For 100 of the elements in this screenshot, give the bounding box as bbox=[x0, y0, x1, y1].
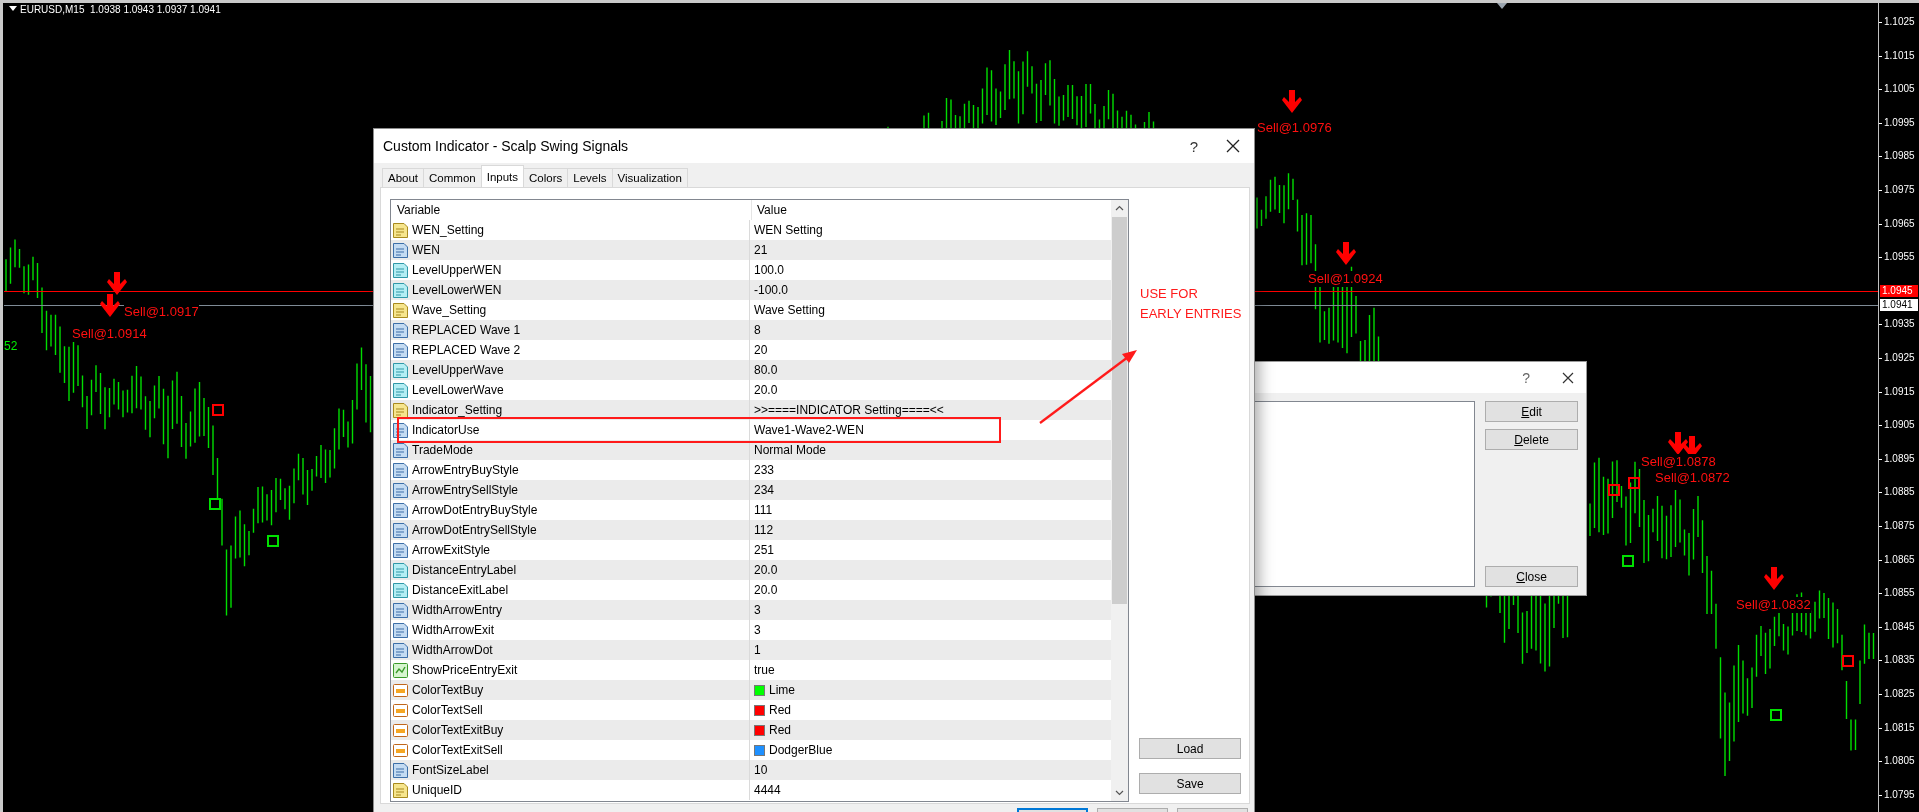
value-text: Lime bbox=[769, 683, 795, 697]
table-row[interactable]: WidthArrowDot 1 bbox=[391, 640, 1112, 660]
column-header[interactable]: Value bbox=[752, 200, 787, 220]
table-row[interactable]: ColorTextBuy Lime bbox=[391, 680, 1112, 700]
close-icon[interactable] bbox=[1226, 139, 1240, 153]
value-text: Red bbox=[769, 703, 791, 717]
integer-type-icon bbox=[393, 622, 408, 638]
table-row[interactable]: ArrowEntrySellStyle 234 bbox=[391, 480, 1112, 500]
value-text: 20.0 bbox=[754, 563, 778, 577]
price-label: 1.0875 bbox=[1879, 519, 1915, 533]
value-text: -100.0 bbox=[754, 283, 789, 297]
variable-name: WEN_Setting bbox=[412, 223, 485, 237]
variable-name: FontSizeLabel bbox=[412, 763, 489, 777]
value-text: >>====INDICATOR Setting====<< bbox=[754, 403, 944, 417]
value-text: 3 bbox=[754, 623, 761, 637]
signal-label: Sell@1.0878 bbox=[1641, 454, 1716, 470]
table-row[interactable]: LevelLowerWEN -100.0 bbox=[391, 280, 1112, 300]
decimal-type-icon bbox=[393, 382, 408, 398]
tab[interactable]: About bbox=[382, 168, 425, 187]
value-text: 233 bbox=[754, 463, 775, 477]
variable-name: DistanceEntryLabel bbox=[412, 563, 517, 577]
table-row[interactable]: FontSizeLabel 10 bbox=[391, 760, 1112, 780]
help-button[interactable]: ? bbox=[1187, 137, 1200, 155]
price-label: 1.0885 bbox=[1879, 485, 1915, 500]
price-label: 1.1025 bbox=[1879, 15, 1915, 29]
scrollbar[interactable] bbox=[1111, 200, 1129, 801]
variable-name: WEN bbox=[412, 243, 440, 257]
variable-name: ColorTextSell bbox=[412, 703, 483, 717]
down-arrow-icon bbox=[100, 294, 120, 317]
signal-label: Sell@1.0872 bbox=[1655, 470, 1730, 486]
variable-name: ColorTextBuy bbox=[412, 683, 484, 697]
table-row[interactable]: WidthArrowEntry 3 bbox=[391, 600, 1112, 620]
dialog-button[interactable]: Save bbox=[1139, 773, 1241, 794]
value-text: 111 bbox=[754, 503, 773, 517]
annotation-text: EARLY ENTRIES bbox=[1140, 306, 1242, 322]
value-text: Wave Setting bbox=[754, 303, 825, 317]
variable-name: UniqueID bbox=[412, 783, 463, 797]
close-icon[interactable] bbox=[1562, 371, 1574, 384]
annotation-text: USE FOR bbox=[1140, 286, 1198, 302]
price-label: 1.0805 bbox=[1879, 754, 1915, 769]
price-label: 1.0935 bbox=[1879, 317, 1915, 332]
price-label: 1.1015 bbox=[1879, 48, 1915, 63]
variable-name: ColorTextExitBuy bbox=[412, 723, 504, 737]
variable-name: LevelUpperWave bbox=[412, 363, 504, 377]
table-row[interactable]: DistanceEntryLabel 20.0 bbox=[391, 560, 1112, 580]
value-text: 20 bbox=[754, 343, 768, 357]
chart-shift-icon[interactable] bbox=[1497, 3, 1507, 9]
integer-type-icon bbox=[393, 642, 408, 658]
variable-name: WidthArrowDot bbox=[412, 643, 493, 657]
dialog-button[interactable]: Close bbox=[1485, 566, 1578, 587]
down-arrow-icon bbox=[107, 272, 127, 295]
variable-name: ArrowDotEntryBuyStyle bbox=[412, 503, 538, 517]
decimal-type-icon bbox=[393, 262, 408, 278]
value-text: true bbox=[754, 663, 775, 677]
variable-name: ShowPriceEntryExit bbox=[412, 663, 518, 677]
dialog-button[interactable]: Load bbox=[1139, 738, 1241, 759]
value-text: 80.0 bbox=[754, 363, 778, 377]
value-text: 251 bbox=[754, 543, 775, 557]
dialog-button[interactable]: Edit bbox=[1485, 401, 1578, 422]
help-button[interactable]: ? bbox=[1520, 369, 1532, 386]
variable-name: LevelLowerWave bbox=[412, 383, 504, 397]
scroll-thumb[interactable] bbox=[1112, 217, 1128, 604]
text-type-icon bbox=[393, 302, 408, 318]
price-label: 1.0985 bbox=[1879, 149, 1915, 164]
down-arrow-icon bbox=[1336, 242, 1356, 265]
table-row[interactable]: ColorTextExitBuy Red bbox=[391, 720, 1112, 740]
value-text: DodgerBlue bbox=[769, 743, 833, 757]
table-row[interactable]: WEN 21 bbox=[391, 240, 1112, 260]
signal-label: Sell@1.0917 bbox=[124, 304, 199, 320]
value-text: 21 bbox=[754, 243, 768, 257]
down-arrow-icon bbox=[1764, 567, 1784, 590]
value-text: Wave1-Wave2-WEN bbox=[754, 423, 864, 437]
value-text: 1 bbox=[754, 643, 761, 657]
down-arrow-icon bbox=[1282, 90, 1302, 113]
value-text: 112 bbox=[754, 523, 774, 537]
price-label: 1.0975 bbox=[1879, 183, 1915, 197]
table-row[interactable]: REPLACED Wave 1 8 bbox=[391, 320, 1112, 340]
dialog-button[interactable]: Delete bbox=[1485, 429, 1578, 450]
color-type-icon bbox=[393, 702, 408, 718]
table-row[interactable]: Indicator_Setting >>====INDICATOR Setting====<< bbox=[391, 400, 1112, 420]
tab[interactable]: Inputs bbox=[480, 165, 525, 187]
chart-title: EURUSD,M15 1.0938 1.0943 1.0937 1.0941 bbox=[20, 3, 221, 16]
integer-type-icon bbox=[393, 502, 408, 518]
integer-type-icon bbox=[393, 522, 408, 538]
variable-name: ArrowEntryBuyStyle bbox=[412, 463, 519, 477]
text-type-icon bbox=[393, 222, 408, 238]
tab[interactable]: Visualization bbox=[611, 168, 688, 187]
price-label: 1.0865 bbox=[1879, 552, 1915, 567]
price-label: 1.0955 bbox=[1879, 250, 1915, 265]
table-row[interactable]: LevelUpperWave 80.0 bbox=[391, 360, 1112, 380]
integer-type-icon bbox=[393, 602, 408, 618]
price-label: 1.0855 bbox=[1879, 586, 1915, 601]
integer-type-icon bbox=[393, 762, 408, 778]
signal-label: Sell@1.0832 bbox=[1736, 597, 1811, 613]
price-label: 1.0795 bbox=[1879, 787, 1915, 802]
variable-name: WidthArrowEntry bbox=[412, 603, 503, 617]
dropdown-caret-icon[interactable] bbox=[9, 6, 17, 12]
table-row[interactable]: TradeMode Normal Mode bbox=[391, 440, 1112, 460]
table-row[interactable]: ArrowDotEntrySellStyle 112 bbox=[391, 520, 1112, 540]
text-type-icon bbox=[393, 402, 408, 418]
